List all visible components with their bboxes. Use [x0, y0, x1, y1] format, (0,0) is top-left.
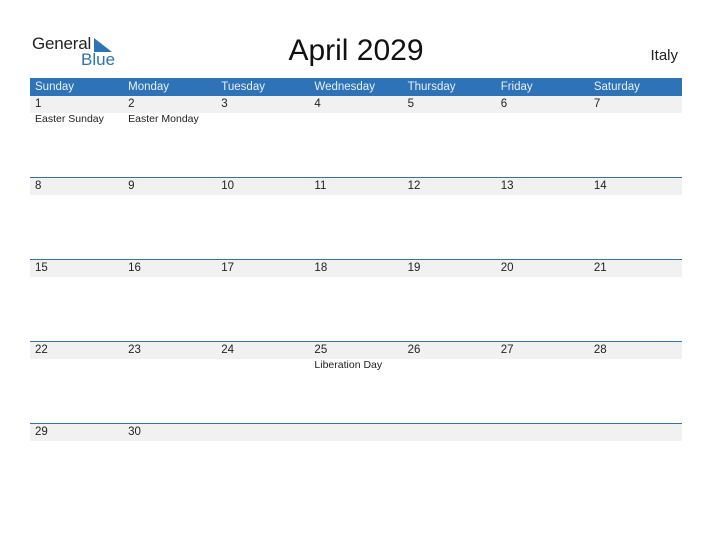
day-cell[interactable]: 8 [30, 178, 123, 195]
holiday-label: Easter Monday [128, 113, 199, 125]
day-number: 30 [128, 426, 141, 438]
weekday-header: Sunday Monday Tuesday Wednesday Thursday… [30, 78, 682, 96]
day-cell [403, 424, 496, 441]
day-cell[interactable]: 12 [403, 178, 496, 195]
day-number: 9 [128, 180, 135, 192]
day-cell[interactable]: 17 [216, 260, 309, 277]
day-cell[interactable]: 2 Easter Monday [123, 96, 216, 126]
day-cell[interactable]: 14 [589, 178, 682, 195]
day-number [314, 424, 402, 441]
day-cell[interactable]: 7 [589, 96, 682, 126]
day-number: 28 [593, 344, 607, 356]
day-number: 12 [407, 180, 421, 192]
day-cell [309, 424, 402, 441]
day-cell[interactable]: 11 [309, 178, 402, 195]
day-number: 23 [128, 344, 141, 356]
day-cell[interactable]: 26 [403, 342, 496, 372]
day-number: 1 [35, 98, 42, 110]
day-number: 17 [221, 262, 235, 274]
day-cell[interactable]: 9 [123, 178, 216, 195]
day-cell[interactable]: 16 [123, 260, 216, 277]
day-number: 15 [35, 262, 48, 274]
week-cells: 22 23 24 25 Liberation Day 26 27 28 [30, 342, 682, 372]
weekday-friday: Friday [500, 81, 533, 93]
day-number [221, 424, 309, 441]
day-number: 25 [314, 344, 328, 356]
day-cell[interactable]: 28 [589, 342, 682, 372]
day-number: 3 [221, 98, 228, 110]
day-number: 20 [500, 262, 514, 274]
day-number: 16 [128, 262, 141, 274]
day-number: 22 [35, 344, 48, 356]
country-label: Italy [650, 47, 678, 64]
weeks-container: 1 Easter Sunday 2 Easter Monday 3 4 5 6 7 8 9 10 11 1… [30, 96, 682, 505]
week-cells: 1 Easter Sunday 2 Easter Monday 3 4 5 6 7 [30, 96, 682, 126]
calendar-grid: Sunday Monday Tuesday Wednesday Thursday… [30, 78, 682, 505]
day-cell[interactable]: 20 [496, 260, 589, 277]
day-cell[interactable]: 15 [30, 260, 123, 277]
day-cell[interactable]: 27 [496, 342, 589, 372]
day-cell[interactable]: 29 [30, 424, 123, 441]
day-number: 27 [500, 344, 514, 356]
day-cell[interactable]: 10 [216, 178, 309, 195]
day-cell[interactable]: 23 [123, 342, 216, 372]
day-cell[interactable]: 5 [403, 96, 496, 126]
day-cell[interactable]: 24 [216, 342, 309, 372]
day-number: 29 [35, 426, 48, 438]
day-cell[interactable]: 19 [403, 260, 496, 277]
weekday-sunday: Sunday [35, 81, 75, 93]
week-cells: 15 16 17 18 19 20 21 [30, 260, 682, 277]
week-row: 1 Easter Sunday 2 Easter Monday 3 4 5 6 7 [30, 96, 682, 177]
week-row: 29 30 [30, 423, 682, 505]
day-number: 18 [314, 262, 328, 274]
day-number: 6 [500, 98, 508, 110]
week-row: 22 23 24 25 Liberation Day 26 27 28 [30, 341, 682, 423]
day-cell[interactable]: 4 [309, 96, 402, 126]
day-cell [589, 424, 682, 441]
day-cell[interactable]: 25 Liberation Day [309, 342, 402, 372]
day-cell[interactable]: 22 [30, 342, 123, 372]
day-number: 26 [407, 344, 421, 356]
day-cell[interactable]: 6 [496, 96, 589, 126]
day-number [594, 424, 682, 441]
weekday-tuesday: Tuesday [221, 81, 265, 93]
day-number: 21 [593, 262, 607, 274]
day-number: 11 [314, 180, 327, 192]
weekday-thursday: Thursday [407, 81, 456, 93]
day-cell[interactable]: 1 Easter Sunday [30, 96, 123, 126]
day-number: 13 [500, 180, 514, 192]
day-number: 4 [314, 98, 321, 110]
day-number: 10 [221, 180, 235, 192]
weekday-monday: Monday [128, 81, 170, 93]
day-cell[interactable]: 3 [216, 96, 309, 126]
week-row: 8 9 10 11 12 13 14 [30, 177, 682, 259]
day-number: 24 [221, 344, 235, 356]
week-cells: 8 9 10 11 12 13 14 [30, 178, 682, 195]
day-cell[interactable]: 21 [589, 260, 682, 277]
holiday-label: Easter Sunday [35, 113, 104, 125]
week-row: 15 16 17 18 19 20 21 [30, 259, 682, 341]
holiday-label: Liberation Day [314, 359, 383, 371]
calendar-title: April 2029 [288, 34, 424, 67]
day-cell[interactable]: 30 [123, 424, 216, 441]
day-number: 7 [593, 98, 601, 110]
day-number: 14 [593, 180, 607, 192]
day-cell[interactable]: 13 [496, 178, 589, 195]
day-number [408, 424, 496, 441]
day-number [501, 424, 589, 441]
weekday-wednesday: Wednesday [314, 81, 375, 93]
day-cell[interactable]: 18 [309, 260, 402, 277]
day-number: 2 [128, 98, 135, 110]
day-number: 5 [407, 98, 414, 110]
day-number: 8 [35, 180, 42, 192]
day-cell [496, 424, 589, 441]
weekday-saturday: Saturday [593, 81, 640, 93]
day-number: 19 [407, 262, 421, 274]
day-cell [216, 424, 309, 441]
week-cells: 29 30 [30, 424, 682, 441]
